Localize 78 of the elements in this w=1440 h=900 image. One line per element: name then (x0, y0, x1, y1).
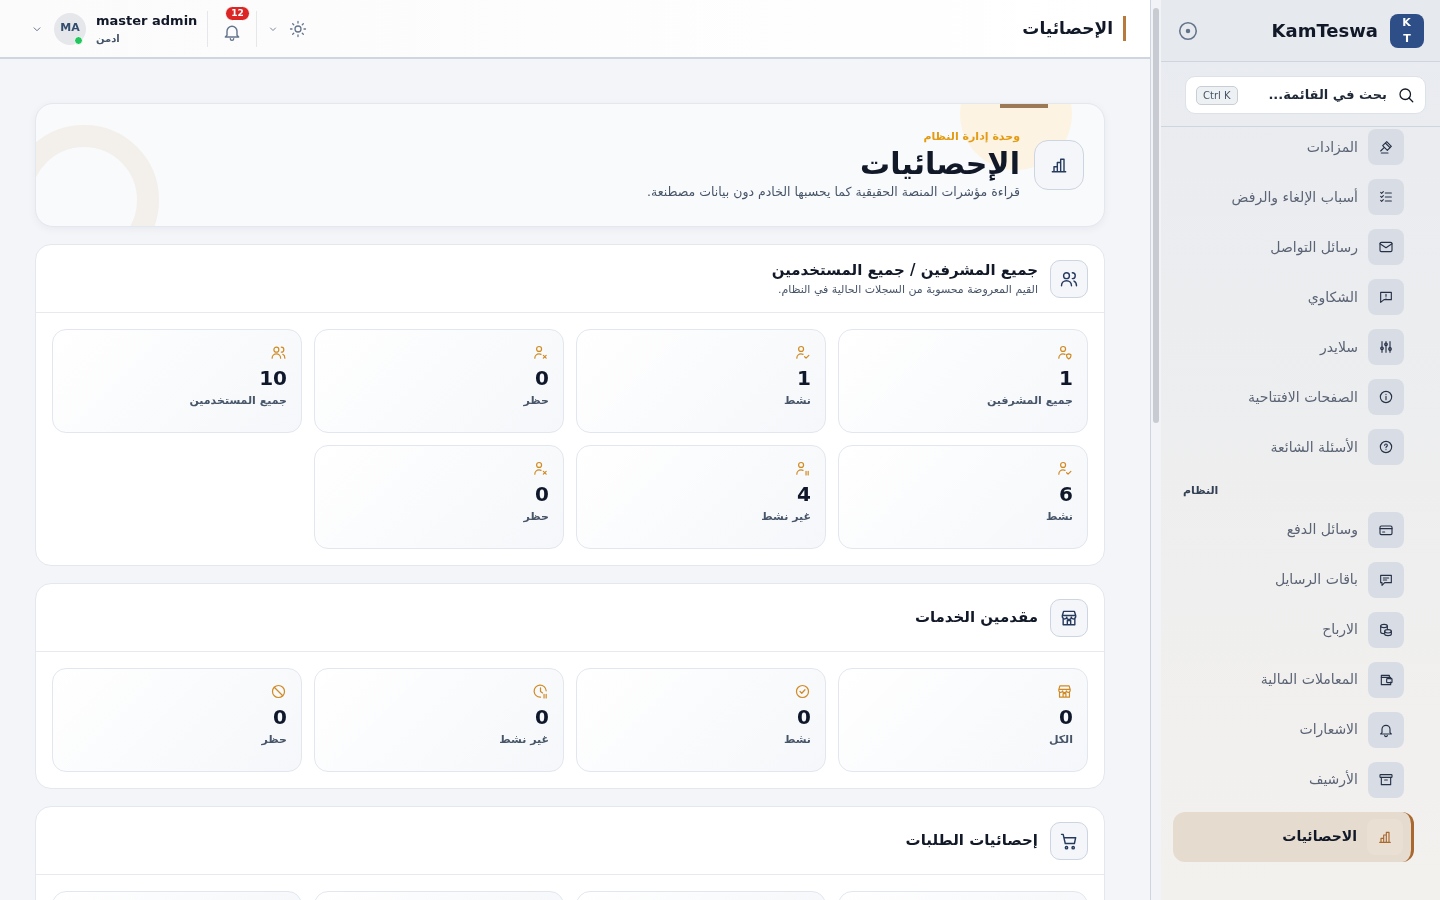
store-icon (1056, 683, 1073, 700)
stat-value: 0 (797, 704, 811, 729)
sidebar-item[interactable]: الاشعارات (1183, 711, 1404, 748)
sidebar-item[interactable]: الارباح (1183, 611, 1404, 648)
brand-name: KamTeswa (1271, 19, 1378, 43)
message-alert-icon (1378, 289, 1394, 305)
avatar[interactable]: MA (54, 12, 86, 45)
stat-value: 6 (1059, 481, 1073, 506)
stat-value: 0 (1059, 704, 1073, 729)
page-title: الإحصائيات (1022, 15, 1126, 42)
eyebrow-label: وحدة إدارة النظام (922, 128, 1020, 145)
sliders-icon (1378, 339, 1394, 355)
sidebar-item[interactable]: الشكاوي (1183, 279, 1404, 315)
help-icon (1378, 439, 1394, 455)
shortcut-hint: Ctrl K (1196, 85, 1238, 105)
user-check-icon (794, 344, 811, 361)
section-label: النظام (1183, 483, 1220, 499)
panel-title: إحصائيات الطلبات (905, 830, 1038, 852)
stat-label: غير نشط (499, 731, 549, 748)
panel-title: جميع المشرفين / جميع المستخدمين (771, 260, 1038, 281)
panel-subtitle: القيم المعروضة محسوبة من السجلات الحالية في النظام. (777, 281, 1038, 298)
scrollbar-thumb[interactable] (1153, 8, 1159, 423)
stat-label: نشط (783, 392, 811, 409)
stat-value: 0 (535, 365, 549, 390)
user-pause-icon (794, 460, 811, 477)
stat-label: حظر (261, 731, 287, 748)
stat-value: 10 (259, 365, 287, 390)
sidebar-item[interactable]: الأرشيف (1183, 761, 1404, 798)
logo: KT (1390, 13, 1424, 48)
circle-dot-icon (1177, 20, 1199, 42)
user-check-icon (1056, 460, 1073, 477)
user-x-icon (532, 460, 549, 477)
bar-chart-icon (1049, 155, 1069, 175)
notification-count: 12 (225, 5, 250, 21)
archive-icon (1378, 771, 1394, 788)
checklist-icon (1378, 189, 1394, 205)
stat-label: حظر (523, 392, 549, 409)
stat-value: 1 (1059, 365, 1073, 390)
stat-label: جميع المشرفين (986, 392, 1073, 409)
sidebar-item[interactable]: الأسئلة الشائعة (1183, 429, 1404, 465)
stat-label: جميع المستخدمين (189, 392, 287, 409)
coins-icon (1378, 621, 1394, 638)
sidebar-item[interactable]: المعاملات المالية (1183, 661, 1404, 698)
stat-value: 0 (535, 704, 549, 729)
sidebar-item[interactable]: سلايدر (1183, 329, 1404, 365)
panel-title: مقدمين الخدمات (914, 607, 1038, 629)
hero-description: قراءة مؤشرات المنصة الحقيقية كما يحسبها الخادم دون بيانات مصطنعة. (646, 182, 1020, 202)
stat-value: 0 (535, 481, 549, 506)
user-x-icon (532, 344, 549, 361)
gavel-icon (1378, 139, 1394, 155)
stat-label: حظر (523, 508, 549, 525)
sidebar-item[interactable]: أسباب الإلغاء والرفض (1183, 179, 1404, 215)
sidebar-item[interactable]: باقات الرسايل (1183, 561, 1404, 598)
user-role: ادمن (96, 31, 121, 46)
user-shield-icon (1056, 344, 1073, 361)
search-icon (1397, 86, 1415, 104)
stat-value: 0 (273, 704, 287, 729)
search-field[interactable]: بحث في القائمة... (1245, 84, 1389, 106)
check-circle-icon (794, 683, 811, 700)
info-icon (1378, 389, 1394, 405)
envelope-icon (1378, 239, 1394, 255)
sidebar-item[interactable]: الاحصائيات (1173, 811, 1414, 862)
sidebar-item[interactable]: رسائل التواصل (1183, 229, 1404, 265)
hero-title: الإحصائيات (859, 145, 1020, 183)
sidebar-item[interactable]: وسائل الدفع (1183, 511, 1404, 548)
ban-icon (270, 683, 287, 700)
stat-value: 1 (797, 365, 811, 390)
clock-pause-icon (532, 683, 549, 700)
stat-label: الكل (1048, 731, 1073, 748)
stat-label: نشط (1045, 508, 1073, 525)
stat-value: 4 (797, 481, 811, 506)
sidebar-item[interactable]: الصفحات الافتتاحية (1183, 379, 1404, 415)
user-name: master admin (96, 12, 198, 31)
stat-label: نشط (783, 731, 811, 748)
sun-icon (289, 20, 308, 38)
sidebar-item[interactable]: المزادات (1183, 129, 1404, 165)
users-icon (270, 344, 287, 361)
stat-label: غير نشط (761, 508, 811, 525)
